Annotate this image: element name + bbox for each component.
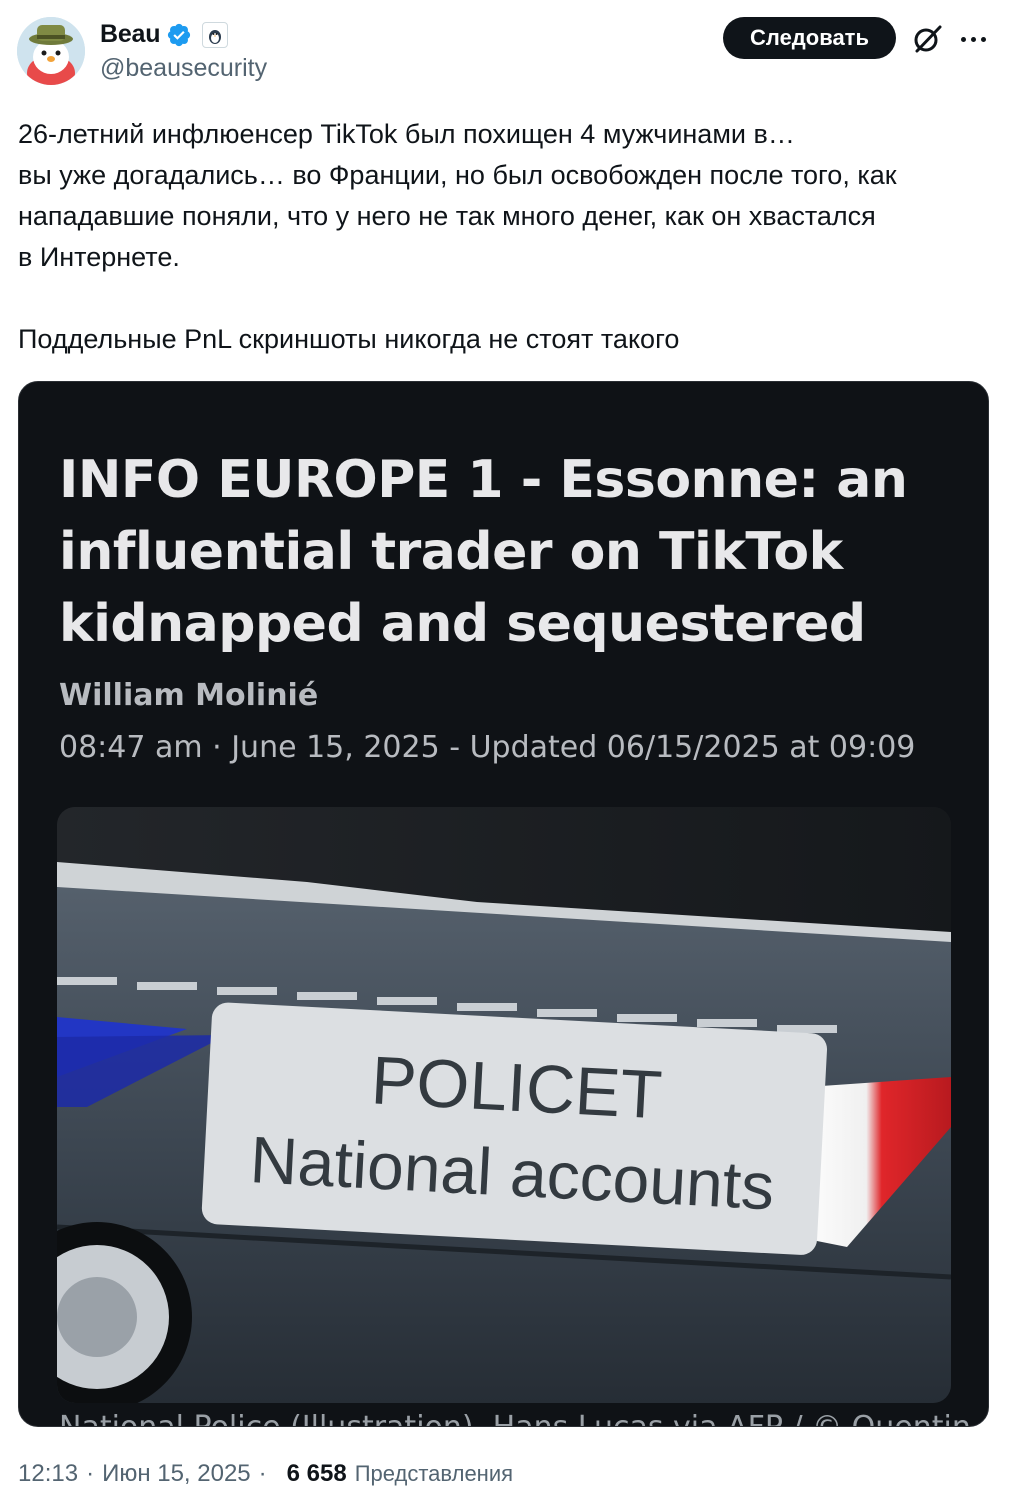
penguin-badge-icon xyxy=(202,21,229,48)
article-headline: INFO EUROPE 1 - Essonne: an influential … xyxy=(59,450,908,654)
article-dateline: 08:47 am · June 15, 2025 - Updated 06/15… xyxy=(59,730,916,765)
tweet-date[interactable]: Июн 15, 2025 xyxy=(102,1460,251,1488)
more-dot xyxy=(960,36,966,42)
grok-icon[interactable] xyxy=(910,22,944,56)
author-name-row: Beau xyxy=(100,20,229,49)
more-dot xyxy=(970,36,976,42)
follow-button[interactable]: Следовать xyxy=(723,17,896,59)
photo-sign-line1: POLICET xyxy=(369,1042,664,1133)
verified-badge-icon xyxy=(168,23,191,46)
tweet-text-line: Поддельные PnL скриншоты никогда не стоя… xyxy=(18,324,680,354)
meta-separator: · xyxy=(258,1460,267,1487)
tweet-meta: 12:13 · Июн 15, 2025 · 6 658 Представлен… xyxy=(18,1460,513,1488)
tweet-time[interactable]: 12:13 xyxy=(18,1460,78,1488)
views-label: Представления xyxy=(354,1461,514,1486)
tweet-text-line: 26-летний инфлюенсер TikTok был похищен … xyxy=(18,119,795,149)
avatar-penguin-icon xyxy=(17,17,85,85)
article-author: William Molinié xyxy=(59,678,319,713)
police-car-illustration: POLICET National accounts xyxy=(57,807,951,1403)
meta-separator: · xyxy=(86,1460,95,1487)
avatar[interactable] xyxy=(17,17,85,85)
author-handle[interactable]: @beausecurity xyxy=(100,54,267,83)
tweet-text-line: нападавшие поняли, что у него не так мно… xyxy=(18,201,876,231)
views-count: 6 658 xyxy=(286,1460,347,1487)
media-card[interactable]: INFO EUROPE 1 - Essonne: an influential … xyxy=(18,381,989,1427)
tweet: Beau @beausecurity Следовать 26-летний и… xyxy=(0,0,1009,1510)
photo-caption: National Police (Illustration). Hans Luc… xyxy=(59,1410,971,1426)
author-display-name[interactable]: Beau xyxy=(100,20,161,49)
more-dot xyxy=(980,36,986,42)
tweet-text-line: вы уже догадались… во Франции, но был ос… xyxy=(18,160,897,190)
tweet-text: 26-летний инфлюенсер TikTok был похищен … xyxy=(18,114,993,360)
tweet-text-line: в Интернете. xyxy=(18,242,180,272)
article-photo[interactable]: POLICET National accounts xyxy=(57,807,951,1403)
more-icon[interactable] xyxy=(956,22,990,56)
